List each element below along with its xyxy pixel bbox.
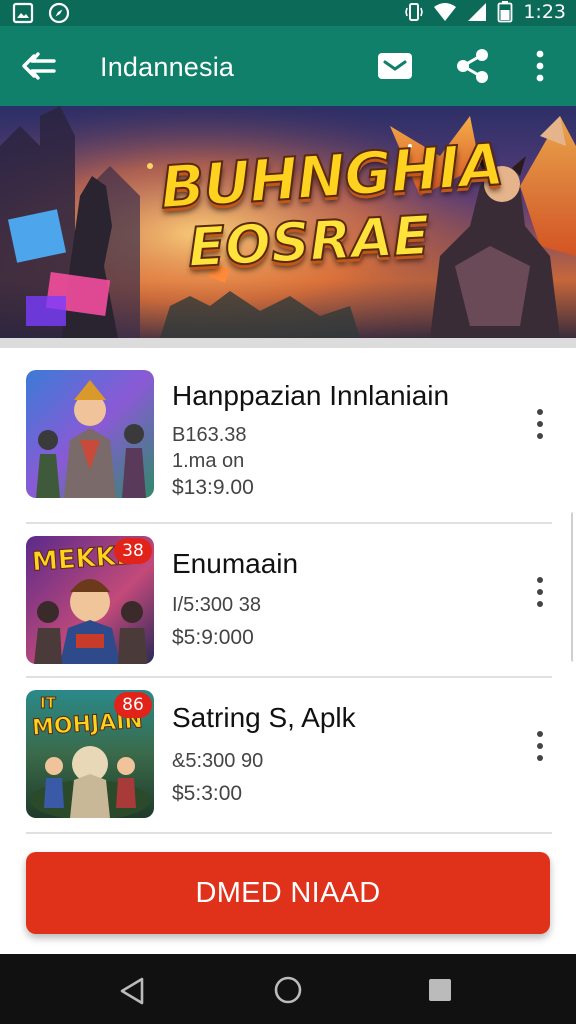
- wifi-icon: [434, 3, 457, 21]
- hero-banner[interactable]: BUHNGHIA EOSRAE: [0, 106, 576, 338]
- item-thumbnail: [26, 370, 154, 498]
- list-item[interactable]: Hanppazian Innlaniain B163.38 1.ma on $1…: [0, 348, 576, 522]
- item-title: Enumaain: [172, 548, 299, 579]
- status-bar: 1:23: [0, 0, 576, 26]
- item-price: $13:9.00: [172, 476, 254, 499]
- nav-recent-icon: [429, 979, 451, 1001]
- nav-home-icon: [274, 976, 302, 1004]
- download-button[interactable]: DMED NIAAD: [26, 852, 550, 934]
- mail-icon: [378, 53, 412, 79]
- share-icon: [457, 49, 488, 83]
- item-thumbnail: MEKKE 38: [26, 536, 154, 664]
- nav-home-button[interactable]: [272, 974, 304, 1006]
- item-price: $5:9:000: [172, 626, 254, 649]
- list-item[interactable]: IT MOHJAIN 86 Satring S, Aplk &5:300 90 …: [0, 678, 576, 832]
- more-vert-icon: [536, 50, 544, 82]
- battery-icon: [497, 1, 513, 23]
- item-thumbnail-tag: IT: [40, 694, 57, 713]
- compass-icon: [48, 2, 70, 24]
- app-bar: Indannesia: [0, 26, 576, 106]
- app-title: Indannesia: [100, 52, 235, 82]
- back-button[interactable]: [18, 46, 58, 86]
- item-thumbnail: IT MOHJAIN 86: [26, 690, 154, 818]
- item-size: B163.38: [172, 424, 247, 446]
- item-size: I/5:300 38: [172, 594, 261, 616]
- scroll-edge-indicator: [571, 512, 576, 662]
- item-size: &5:300 90: [172, 750, 264, 772]
- nav-recent-button[interactable]: [428, 978, 452, 1002]
- banner-title-line-2: EOSRAE: [186, 203, 433, 281]
- vibrate-icon: [405, 3, 424, 21]
- status-left-icons: [12, 2, 70, 24]
- item-badge: 86: [114, 692, 152, 718]
- overflow-menu-button[interactable]: [528, 48, 552, 84]
- nav-back-button[interactable]: [118, 976, 146, 1006]
- nav-back-icon: [120, 977, 144, 1005]
- system-nav-bar: [0, 954, 576, 1024]
- item-detail: 1.ma on: [172, 450, 245, 472]
- item-more-button[interactable]: [528, 726, 552, 766]
- share-button[interactable]: [456, 48, 490, 84]
- item-price: $5:3:00: [172, 782, 243, 805]
- banner-divider: [0, 338, 576, 348]
- more-vert-icon: [537, 577, 543, 607]
- item-more-button[interactable]: [528, 404, 552, 444]
- gallery-icon: [12, 2, 34, 24]
- status-time: 1:23: [523, 1, 566, 23]
- more-vert-icon: [537, 731, 543, 761]
- list-item[interactable]: MEKKE 38 Enumaain I/5:300 38 $5:9:000: [0, 524, 576, 676]
- mail-button[interactable]: [376, 50, 414, 82]
- item-title: Satring S, Aplk: [172, 702, 356, 733]
- status-right-icons: 1:23: [405, 1, 566, 23]
- item-title: Hanppazian Innlaniain: [172, 380, 450, 411]
- item-more-button[interactable]: [528, 572, 552, 612]
- signal-icon: [468, 3, 487, 21]
- item-badge: 38: [114, 538, 152, 564]
- list-divider: [26, 832, 552, 834]
- back-arrow-icon: [22, 52, 56, 80]
- more-vert-icon: [537, 409, 543, 439]
